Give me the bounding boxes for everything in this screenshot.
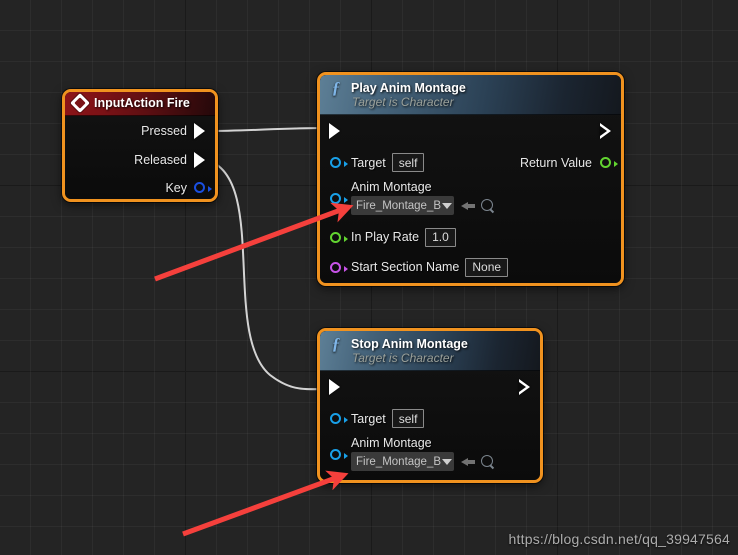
pin-label-start-section-name: Start Section Name (351, 260, 460, 274)
pin-row-in-play-rate[interactable]: In Play Rate 1.0 (320, 222, 621, 252)
chevron-down-icon[interactable] (442, 202, 452, 209)
chevron-down-icon[interactable] (442, 458, 452, 465)
exec-pin-out[interactable] (600, 123, 611, 139)
data-pin-in-play-rate[interactable] (330, 231, 348, 243)
node-input-action-fire[interactable]: InputAction Fire Pressed Released Key (62, 89, 218, 202)
in-play-rate-input[interactable]: 1.0 (425, 227, 456, 247)
annotation-arrow-stop-anim-montage (182, 470, 349, 537)
exec-pin-in[interactable] (329, 379, 340, 395)
event-diamond-icon (70, 93, 90, 113)
exec-pin-out[interactable] (519, 379, 530, 395)
watermark-text: https://blog.csdn.net/qq_39947564 (508, 531, 730, 547)
node-title: Stop Anim Montage (351, 336, 468, 351)
search-icon[interactable] (481, 198, 495, 213)
exec-pin-in[interactable] (329, 123, 340, 139)
function-icon: ƒ (331, 78, 341, 97)
function-icon: ƒ (331, 334, 341, 353)
pin-row-anim-montage[interactable]: Anim Montage Fire_Montage_BP (320, 434, 540, 478)
node-stop-anim-montage[interactable]: ƒ Stop Anim Montage Target is Character … (317, 328, 543, 483)
anim-montage-asset-picker[interactable]: Fire_Montage_BP (351, 452, 454, 471)
node-header-stop-anim-montage: ƒ Stop Anim Montage Target is Character (320, 331, 540, 371)
anim-montage-asset-name: Fire_Montage_BP (356, 455, 441, 468)
node-body-play-anim-montage: Target self Return Value Anim Montage Fi… (320, 115, 621, 282)
node-body-stop-anim-montage: Target self Anim Montage Fire_Montage_BP (320, 371, 540, 478)
pin-label-in-play-rate: In Play Rate (351, 230, 420, 244)
pin-row-anim-montage[interactable]: Anim Montage Fire_Montage_BP (320, 178, 621, 222)
pin-row-pressed[interactable]: Pressed (65, 116, 215, 145)
pin-label-return-value: Return Value (519, 155, 592, 170)
pin-row-exec[interactable] (320, 115, 621, 147)
pin-label-pressed: Pressed (141, 123, 187, 138)
pin-label-anim-montage: Anim Montage (351, 436, 432, 450)
pin-label-key: Key (165, 180, 187, 195)
target-value-box[interactable]: self (391, 409, 425, 428)
pin-label-target: Target (351, 411, 386, 426)
node-header-play-anim-montage: ƒ Play Anim Montage Target is Character (320, 75, 621, 115)
data-pin-target[interactable] (330, 413, 348, 424)
data-pin-start-section-name[interactable] (330, 261, 348, 273)
pin-row-key[interactable]: Key (65, 174, 215, 199)
node-play-anim-montage[interactable]: ƒ Play Anim Montage Target is Character … (317, 72, 624, 286)
browse-arrow-icon[interactable] (461, 455, 476, 468)
node-subtitle: Target is Character (352, 95, 454, 109)
browse-arrow-icon[interactable] (461, 199, 476, 212)
start-section-name-input[interactable]: None (465, 257, 509, 277)
anim-montage-asset-name: Fire_Montage_BP (356, 199, 441, 212)
data-pin-anim-montage[interactable] (330, 193, 348, 204)
pin-label-released: Released (134, 152, 187, 167)
pin-row-released[interactable]: Released (65, 145, 215, 174)
data-pin-anim-montage[interactable] (330, 449, 348, 460)
wire-pressed-to-play (206, 127, 328, 132)
node-title: Play Anim Montage (351, 80, 466, 95)
pin-row-start-section-name[interactable]: Start Section Name None (320, 252, 621, 282)
node-subtitle: Target is Character (352, 351, 454, 365)
anim-montage-asset-picker[interactable]: Fire_Montage_BP (351, 196, 454, 215)
exec-pin-pressed[interactable] (194, 122, 205, 139)
blueprint-graph-canvas[interactable]: InputAction Fire Pressed Released Key ƒ … (0, 0, 738, 555)
pin-row-exec[interactable] (320, 371, 540, 403)
node-header-input-action-fire: InputAction Fire (65, 92, 215, 116)
data-pin-return-value[interactable] (600, 157, 618, 168)
pin-label-target: Target (351, 155, 386, 170)
pin-label-anim-montage: Anim Montage (351, 180, 432, 194)
target-value-box[interactable]: self (391, 153, 425, 172)
pin-row-target[interactable]: Target self Return Value (320, 147, 621, 178)
data-pin-key[interactable] (194, 182, 212, 193)
node-body-input-action-fire: Pressed Released Key (65, 116, 215, 199)
exec-pin-released[interactable] (194, 151, 205, 168)
search-icon[interactable] (481, 454, 495, 469)
wire-released-to-stop (206, 159, 328, 391)
node-title: InputAction Fire (94, 96, 190, 110)
pin-row-target[interactable]: Target self (320, 403, 540, 434)
data-pin-target[interactable] (330, 157, 348, 168)
